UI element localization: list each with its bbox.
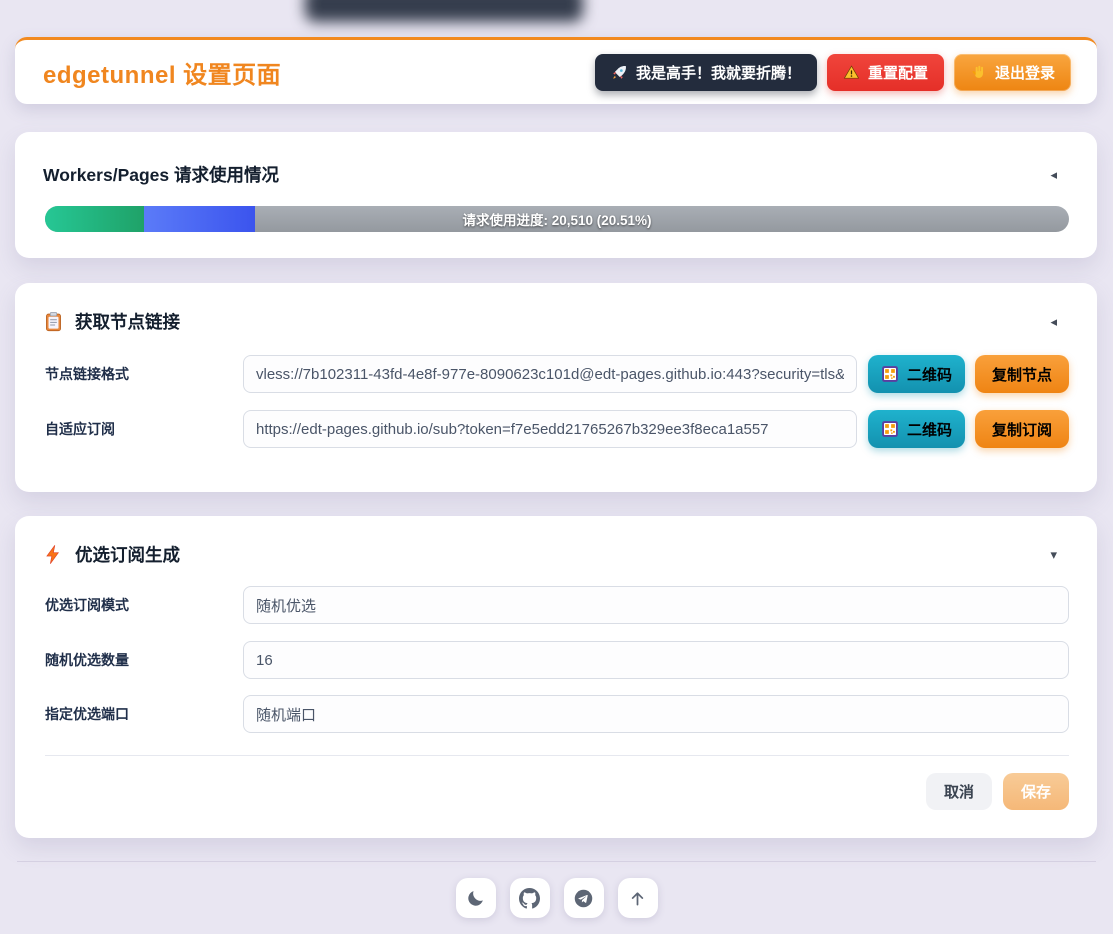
scroll-top-button[interactable] (618, 878, 658, 918)
usage-progress-bar: 请求使用进度: 20,510 (20.51%) (45, 206, 1069, 232)
telegram-icon (573, 888, 594, 909)
node-qr-label: 二维码 (907, 364, 952, 385)
blurred-overlay (305, 0, 583, 22)
random-count-row: 随机优选数量 (45, 641, 1069, 679)
page-title: edgetunnel 设置页面 (43, 55, 281, 90)
github-icon (519, 888, 540, 909)
copy-node-label: 复制节点 (992, 364, 1052, 385)
preferred-title-text: 优选订阅生成 (75, 542, 180, 567)
copy-subscription-label: 复制订阅 (992, 419, 1052, 440)
footer-divider (17, 861, 1096, 862)
node-link-row: 节点链接格式 二维码 复制节点 (45, 355, 1069, 393)
usage-collapse-icon[interactable]: ◂ (1050, 168, 1057, 181)
node-links-title-text: 获取节点链接 (75, 309, 180, 334)
links-collapse-icon[interactable]: ◂ (1050, 315, 1057, 328)
telegram-button[interactable] (564, 878, 604, 918)
moon-icon (465, 888, 486, 909)
reset-config-label: 重置配置 (868, 62, 928, 83)
copy-node-button[interactable]: 复制节点 (975, 355, 1069, 393)
preferred-card-title: 优选订阅生成 (43, 542, 180, 567)
warning-icon (843, 64, 860, 81)
qr-code-icon (881, 365, 899, 383)
rocket-icon (611, 64, 628, 81)
progress-label: 请求使用进度: 20,510 (20.51%) (45, 206, 1069, 232)
arrow-up-icon (627, 888, 648, 909)
cancel-button[interactable]: 取消 (926, 773, 992, 810)
preferred-port-row: 指定优选端口 (45, 695, 1069, 733)
preferred-mode-input[interactable] (243, 586, 1069, 624)
node-links-card-title: 获取节点链接 (43, 309, 180, 334)
subscription-input[interactable] (243, 410, 857, 448)
qr-code-icon (881, 420, 899, 438)
subscription-qr-button[interactable]: 二维码 (868, 410, 965, 448)
clipboard-icon (43, 311, 64, 332)
github-button[interactable] (510, 878, 550, 918)
subscription-label: 自适应订阅 (45, 419, 243, 439)
usage-card-title: Workers/Pages 请求使用情况 (43, 162, 279, 187)
logout-label: 退出登录 (995, 62, 1055, 83)
wave-hand-icon (970, 64, 987, 81)
node-qr-button[interactable]: 二维码 (868, 355, 965, 393)
expert-mode-button[interactable]: 我是高手！我就要折腾！ (595, 54, 817, 91)
dark-mode-button[interactable] (456, 878, 496, 918)
preferred-collapse-icon[interactable]: ▾ (1050, 548, 1057, 561)
subscription-qr-label: 二维码 (907, 419, 952, 440)
preferred-port-label: 指定优选端口 (45, 704, 243, 724)
form-actions: 取消 保存 (926, 773, 1069, 810)
preferred-subscription-card: 优选订阅生成 ▾ 优选订阅模式 随机优选数量 指定优选端口 取消 保存 (15, 516, 1097, 838)
preferred-port-input[interactable] (243, 695, 1069, 733)
node-links-card: 获取节点链接 ◂ 节点链接格式 (15, 283, 1097, 492)
copy-subscription-button[interactable]: 复制订阅 (975, 410, 1069, 448)
random-count-input[interactable] (243, 641, 1069, 679)
logout-button[interactable]: 退出登录 (954, 54, 1071, 91)
header-actions: 我是高手！我就要折腾！ 重置配置 (595, 54, 1071, 91)
header: edgetunnel 设置页面 我是高手！我就要折腾！ (15, 37, 1097, 104)
lightning-icon (43, 544, 64, 565)
subscription-row: 自适应订阅 二维码 复制订阅 (45, 410, 1069, 448)
expert-mode-label: 我是高手！我就要折腾！ (636, 62, 801, 83)
footer-icon-bar (0, 878, 1113, 918)
node-link-input[interactable] (243, 355, 857, 393)
divider (45, 755, 1069, 756)
usage-card: Workers/Pages 请求使用情况 ◂ 请求使用进度: 20,510 (2… (15, 132, 1097, 258)
node-link-label: 节点链接格式 (45, 364, 243, 384)
preferred-mode-row: 优选订阅模式 (45, 586, 1069, 624)
reset-config-button[interactable]: 重置配置 (827, 54, 944, 91)
preferred-mode-label: 优选订阅模式 (45, 595, 243, 615)
save-button[interactable]: 保存 (1003, 773, 1069, 810)
random-count-label: 随机优选数量 (45, 650, 243, 670)
page-background: edgetunnel 设置页面 我是高手！我就要折腾！ (0, 0, 1113, 934)
